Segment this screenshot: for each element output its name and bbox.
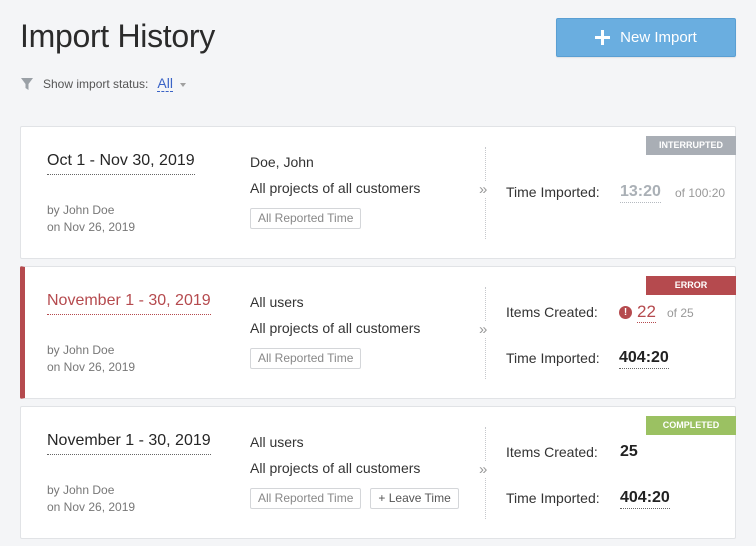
import-author-name: by John Doe [47, 483, 115, 497]
tag-all-reported-time: All Reported Time [250, 348, 362, 369]
status-filter: Show import status: All [20, 76, 186, 92]
import-projects: All projects of all customers [250, 320, 421, 336]
import-author-name: by John Doe [47, 203, 115, 217]
import-date-range[interactable]: Oct 1 - Nov 30, 2019 [47, 151, 195, 175]
import-users: Doe, John [250, 154, 314, 170]
time-imported-label: Time Imported: [506, 350, 600, 366]
items-total: of 25 [667, 306, 694, 320]
import-users: All users [250, 434, 304, 450]
new-import-button[interactable]: New Import [556, 18, 736, 57]
import-date: on Nov 26, 2019 [47, 360, 136, 374]
import-projects: All projects of all customers [250, 180, 421, 196]
import-author: by John Doe on Nov 26, 2019 [47, 482, 135, 516]
import-card: ERROR November 1 - 30, 2019 by John Doe … [20, 266, 736, 399]
import-author: by John Doe on Nov 26, 2019 [47, 342, 135, 376]
import-tags: All Reported Time + Leave Time [250, 488, 459, 509]
import-date-range[interactable]: November 1 - 30, 2019 [47, 431, 211, 455]
status-badge: COMPLETED [646, 416, 736, 435]
status-filter-label: Show import status: [43, 77, 149, 91]
funnel-icon [21, 78, 33, 90]
import-card: COMPLETED November 1 - 30, 2019 by John … [20, 406, 736, 539]
import-projects: All projects of all customers [250, 460, 421, 476]
items-created-label: Items Created: [506, 444, 598, 460]
items-created-value[interactable]: 22 [637, 302, 656, 323]
items-created-label: Items Created: [506, 304, 598, 320]
import-date: on Nov 26, 2019 [47, 220, 136, 234]
status-filter-dropdown[interactable]: All [157, 76, 173, 92]
time-total: of 100:20 [675, 186, 726, 200]
caret-down-icon[interactable] [179, 82, 186, 87]
plus-icon [595, 30, 611, 45]
import-card: INTERRUPTED Oct 1 - Nov 30, 2019 by John… [20, 126, 736, 259]
time-imported-label: Time Imported: [506, 490, 600, 506]
status-badge: ERROR [646, 276, 736, 295]
add-leave-time-button[interactable]: + Leave Time [370, 488, 459, 509]
import-users: All users [250, 294, 304, 310]
import-author: by John Doe on Nov 26, 2019 [47, 202, 135, 236]
double-chevron-right-icon: » [479, 461, 488, 478]
items-created-value: 25 [620, 443, 638, 460]
import-tags: All Reported Time [250, 348, 362, 369]
new-import-label: New Import [620, 29, 697, 46]
page-title: Import History [20, 18, 215, 54]
time-imported-value[interactable]: 404:20 [619, 348, 669, 369]
import-tags: All Reported Time [250, 208, 362, 229]
tag-all-reported-time: All Reported Time [250, 488, 362, 509]
import-date-range[interactable]: November 1 - 30, 2019 [47, 291, 211, 315]
tag-all-reported-time: All Reported Time [250, 208, 362, 229]
time-imported-value[interactable]: 13:20 [620, 182, 661, 203]
alert-circle-icon: ! [619, 306, 632, 319]
time-imported-label: Time Imported: [506, 184, 600, 200]
import-author-name: by John Doe [47, 343, 115, 357]
status-badge: INTERRUPTED [646, 136, 736, 155]
double-chevron-right-icon: » [479, 181, 488, 198]
double-chevron-right-icon: » [479, 321, 488, 338]
time-imported-value[interactable]: 404:20 [620, 488, 670, 509]
import-date: on Nov 26, 2019 [47, 500, 136, 514]
